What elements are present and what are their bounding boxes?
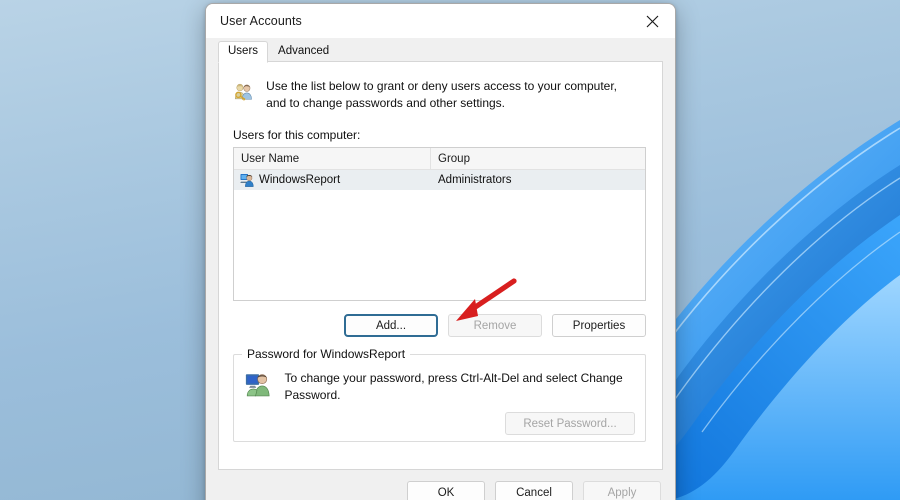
close-icon xyxy=(646,15,658,27)
add-button[interactable]: Add... xyxy=(344,314,438,337)
user-account-icon xyxy=(240,174,254,187)
properties-button[interactable]: Properties xyxy=(552,314,646,337)
table-row[interactable]: WindowsReport Administrators xyxy=(234,170,645,190)
list-action-buttons: Add... Remove Properties xyxy=(233,314,646,337)
user-name-text: WindowsReport xyxy=(259,174,341,186)
window-title: User Accounts xyxy=(220,14,302,28)
users-list-label: Users for this computer: xyxy=(233,128,361,142)
tab-strip: Users Advanced xyxy=(206,38,675,63)
user-accounts-dialog: User Accounts Users Advanced Use the lis… xyxy=(205,3,676,500)
password-instruction-text: To change your password, press Ctrl-Alt-… xyxy=(284,371,623,402)
intro-block: Use the list below to grant or deny user… xyxy=(219,62,662,112)
remove-button[interactable]: Remove xyxy=(448,314,542,337)
password-button-row: Reset Password... xyxy=(234,412,635,435)
tab-users[interactable]: Users xyxy=(218,41,269,63)
close-button[interactable] xyxy=(629,4,675,38)
tab-users-label: Users xyxy=(228,45,259,57)
user-monitor-icon xyxy=(245,374,270,397)
password-group-title: Password for WindowsReport xyxy=(242,347,411,361)
users-key-icon xyxy=(235,83,252,101)
column-header-user-name[interactable]: User Name xyxy=(234,148,431,169)
tab-advanced[interactable]: Advanced xyxy=(268,41,339,62)
title-bar[interactable]: User Accounts xyxy=(206,4,675,38)
dialog-footer: OK Cancel Apply xyxy=(206,470,675,500)
tab-advanced-label: Advanced xyxy=(278,45,330,57)
cell-group: Administrators xyxy=(438,174,512,186)
reset-password-button[interactable]: Reset Password... xyxy=(505,412,635,435)
password-group-box: Password for WindowsReport To change you… xyxy=(233,347,646,442)
users-list[interactable]: User Name Group WindowsReport Administra… xyxy=(233,147,646,301)
password-group-body: To change your password, press Ctrl-Alt-… xyxy=(234,355,645,404)
cancel-button[interactable]: Cancel xyxy=(495,481,573,500)
intro-text: Use the list below to grant or deny user… xyxy=(266,79,618,110)
ok-button[interactable]: OK xyxy=(407,481,485,500)
apply-button[interactable]: Apply xyxy=(583,481,661,500)
users-tab-page: Use the list below to grant or deny user… xyxy=(218,62,663,470)
list-header: User Name Group xyxy=(234,148,645,170)
cell-user-name: WindowsReport xyxy=(234,173,431,187)
screen: User Accounts Users Advanced Use the lis… xyxy=(0,0,900,500)
column-header-group[interactable]: Group xyxy=(431,148,645,169)
